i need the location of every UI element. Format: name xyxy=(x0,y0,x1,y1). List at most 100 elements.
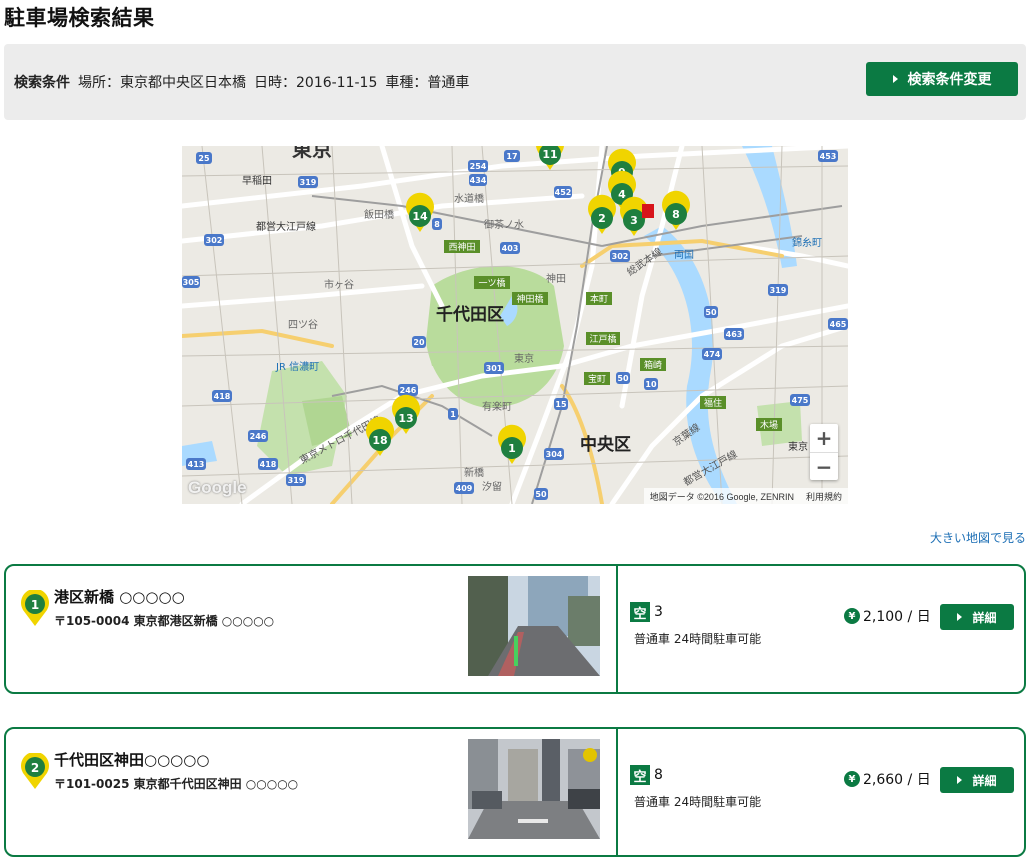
label-tokyo-ward: 東京 xyxy=(292,146,332,161)
map-zoom-control: + − xyxy=(810,424,838,480)
svg-text:418: 418 xyxy=(260,460,277,469)
label-tokyo-station: 東京 xyxy=(514,352,534,365)
label-kinshicho: 錦糸町 xyxy=(792,236,822,249)
vacancy-count: 3 xyxy=(654,604,663,620)
label-shiodome: 汐留 xyxy=(482,480,502,493)
label-suidobashi: 水道橋 xyxy=(454,192,484,205)
zoom-out-button[interactable]: − xyxy=(810,452,838,480)
result-card[interactable]: 1 港区新橋 ○○○○○ 〒105-0004 東京都港区新橋 ○○○○○ 空 3… xyxy=(4,564,1026,694)
search-car-type: 車種：普通車 xyxy=(385,75,470,91)
map-data-credit: 地図データ ©2016 Google, ZENRIN xyxy=(649,491,794,502)
svg-text:302: 302 xyxy=(612,252,629,261)
svg-text:475: 475 xyxy=(792,396,809,405)
result-name[interactable]: 千代田区神田○○○○○ xyxy=(54,749,209,770)
label-shinbashi: 新橋 xyxy=(464,466,484,479)
svg-text:3: 3 xyxy=(630,214,638,227)
svg-text:418: 418 xyxy=(214,392,231,401)
map-terms-link[interactable]: 利用規約 xyxy=(806,490,842,503)
svg-text:409: 409 xyxy=(456,484,473,493)
search-place: 場所：東京都中央区日本橋 xyxy=(78,75,246,91)
svg-text:50: 50 xyxy=(535,490,547,499)
price-text: 2,660 / 日 xyxy=(863,772,931,788)
svg-text:50: 50 xyxy=(705,308,717,317)
svg-text:305: 305 xyxy=(183,278,200,287)
svg-text:302: 302 xyxy=(206,236,223,245)
result-photo xyxy=(468,576,600,676)
detail-label: 詳細 xyxy=(972,773,997,788)
svg-text:465: 465 xyxy=(830,320,847,329)
svg-text:8: 8 xyxy=(434,220,440,229)
label-shinanomachi: JR 信濃町 xyxy=(275,360,319,373)
label-chuo-ward: 中央区 xyxy=(580,434,631,455)
detail-button[interactable]: 詳細 xyxy=(940,767,1014,793)
search-condition-text: 検索条件 場所：東京都中央区日本橋 日時：2016-11-15 車種：普通車 xyxy=(14,72,477,92)
svg-text:17: 17 xyxy=(506,152,517,161)
label-kanda: 神田 xyxy=(546,272,566,285)
detail-label: 詳細 xyxy=(972,610,997,625)
result-card[interactable]: 2 千代田区神田○○○○○ 〒101-0025 東京都千代田区神田 ○○○○○ … xyxy=(4,727,1026,857)
svg-text:413: 413 xyxy=(188,460,205,469)
google-logo: Google xyxy=(188,478,247,497)
large-map-link[interactable]: 大きい地図で見る xyxy=(930,529,1026,546)
label-chiyoda-ward: 千代田区 xyxy=(436,304,504,325)
svg-text:319: 319 xyxy=(300,178,317,187)
svg-text:11: 11 xyxy=(542,148,557,161)
svg-text:463: 463 xyxy=(726,330,743,339)
map-canvas: 25 254 17 434 452 453 319 302 305 403 30… xyxy=(182,146,848,504)
svg-text:1: 1 xyxy=(450,410,456,419)
svg-text:15: 15 xyxy=(555,400,567,409)
label-ryogoku: 両国 xyxy=(674,249,694,261)
parking-note: 普通車 24時間駐車可能 xyxy=(634,632,762,646)
svg-text:4: 4 xyxy=(618,188,626,201)
detail-button[interactable]: 詳細 xyxy=(940,604,1014,630)
price-text: 2,100 / 日 xyxy=(863,609,931,625)
svg-text:319: 319 xyxy=(288,476,305,485)
play-arrow-icon xyxy=(957,613,963,621)
page-title: 駐車場検索結果 xyxy=(4,6,155,30)
card-divider xyxy=(616,566,618,692)
label-iidabashi: 飯田橋 xyxy=(364,208,394,221)
svg-text:50: 50 xyxy=(617,374,629,383)
vacancy-count: 8 xyxy=(654,767,663,783)
destination-flag-icon xyxy=(642,204,654,218)
result-address: 〒105-0004 東京都港区新橋 ○○○○○ xyxy=(54,614,275,628)
results-map[interactable]: 25 254 17 434 452 453 319 302 305 403 30… xyxy=(182,146,848,504)
change-search-button[interactable]: 検索条件変更 xyxy=(866,62,1018,96)
label-oedo: 都営大江戸線 xyxy=(256,220,316,233)
svg-text:14: 14 xyxy=(412,210,428,223)
result-marker-icon: 2 xyxy=(21,753,49,789)
svg-text:10: 10 xyxy=(645,380,657,389)
change-search-label: 検索条件変更 xyxy=(907,72,992,88)
result-name[interactable]: 港区新橋 ○○○○○ xyxy=(54,586,185,607)
svg-text:25: 25 xyxy=(198,154,210,163)
card-divider xyxy=(616,729,618,855)
vacancy-info: 空 3 xyxy=(630,602,663,622)
svg-text:304: 304 xyxy=(546,450,563,459)
station-edobashi: 江戸橋 xyxy=(589,333,616,345)
label-tokyo-east: 東京 xyxy=(788,440,808,453)
svg-text:18: 18 xyxy=(372,434,387,447)
result-address: 〒101-0025 東京都千代田区神田 ○○○○○ xyxy=(54,777,299,791)
svg-text:1: 1 xyxy=(31,598,39,612)
search-condition-label: 検索条件 xyxy=(14,75,70,91)
station-nishikanda: 西神田 xyxy=(448,241,475,253)
station-takaracho: 宝町 xyxy=(588,373,606,385)
price-info: ¥ 2,660 / 日 xyxy=(844,769,931,789)
vacancy-badge: 空 xyxy=(630,602,650,622)
label-yurakucho: 有楽町 xyxy=(482,400,512,413)
label-ichigaya: 市ヶ谷 xyxy=(324,278,354,291)
svg-text:2: 2 xyxy=(31,761,39,775)
svg-text:434: 434 xyxy=(470,176,487,185)
svg-text:452: 452 xyxy=(555,188,572,197)
play-arrow-icon xyxy=(957,776,963,784)
svg-text:246: 246 xyxy=(400,386,417,395)
label-ochanomizu: 御茶ノ水 xyxy=(484,218,524,231)
yen-icon: ¥ xyxy=(844,608,860,624)
vacancy-info: 空 8 xyxy=(630,765,663,785)
parking-note: 普通車 24時間駐車可能 xyxy=(634,795,762,809)
map-attribution: 地図データ ©2016 Google, ZENRIN 利用規約 xyxy=(643,488,848,504)
station-hitotsubashi: 一ツ橋 xyxy=(478,277,505,289)
zoom-in-button[interactable]: + xyxy=(810,424,838,452)
svg-text:474: 474 xyxy=(704,350,721,359)
yen-icon: ¥ xyxy=(844,771,860,787)
